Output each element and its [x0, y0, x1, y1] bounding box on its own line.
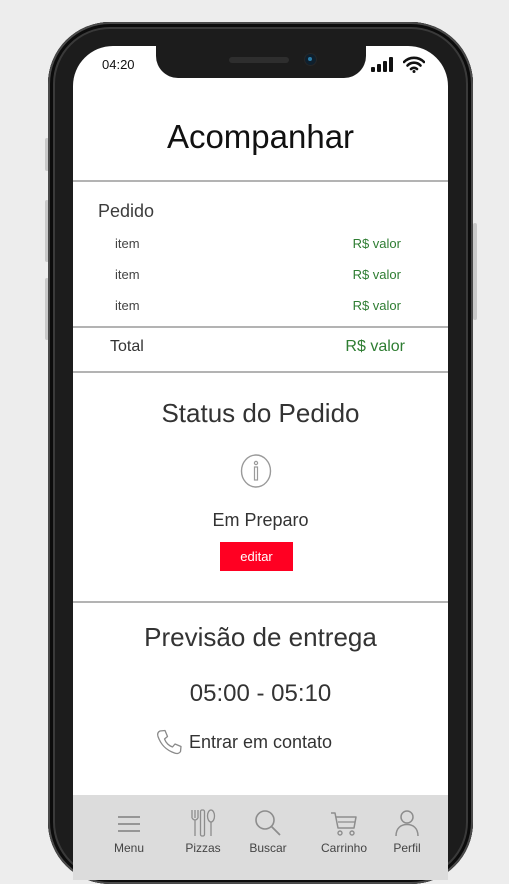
- power-button: [473, 223, 477, 320]
- contact-link[interactable]: Entrar em contato: [155, 728, 332, 756]
- order-section-label: Pedido: [98, 201, 155, 221]
- divider: [73, 180, 448, 182]
- tab-label: Pizzas: [185, 841, 221, 855]
- total-price: R$ valor: [345, 338, 405, 355]
- delivery-heading: Previsão de entrega: [144, 622, 377, 652]
- tab-label: Perfil: [393, 841, 421, 855]
- divider: [73, 371, 448, 373]
- page-title: Acompanhar: [166, 118, 355, 155]
- tab-label: Buscar: [249, 841, 287, 855]
- order-item-price: R$ valor: [352, 267, 401, 282]
- info-icon: [240, 454, 272, 488]
- tab-perfil[interactable]: Perfil: [372, 808, 442, 858]
- order-item-name: item: [115, 298, 140, 313]
- search-icon: [255, 810, 281, 836]
- speaker-grille: [229, 57, 289, 63]
- tab-label: Carrinho: [320, 841, 368, 855]
- total-label: Total: [110, 338, 144, 355]
- menu-icon: [118, 816, 140, 832]
- delivery-time-range: 05:00 - 05:10: [189, 680, 332, 707]
- tab-buscar[interactable]: Buscar: [233, 808, 303, 858]
- divider: [73, 601, 448, 603]
- contact-label: Entrar em contato: [189, 731, 333, 752]
- tab-pizzas[interactable]: Pizzas: [168, 808, 238, 858]
- tab-menu[interactable]: Menu: [94, 808, 164, 858]
- order-status-value: Em Preparo: [212, 510, 309, 530]
- order-item-name: item: [115, 267, 140, 282]
- order-item-price: R$ valor: [352, 236, 401, 251]
- order-item-name: item: [115, 236, 140, 251]
- user-icon: [395, 810, 419, 837]
- status-time: 04:20: [102, 57, 135, 72]
- phone-icon: [157, 729, 182, 755]
- wifi-icon: [403, 56, 425, 73]
- tab-label: Menu: [113, 841, 145, 855]
- order-item-price: R$ valor: [352, 298, 401, 313]
- cart-icon: [331, 812, 357, 836]
- tab-carrinho[interactable]: Carrinho: [309, 808, 379, 858]
- status-heading: Status do Pedido: [161, 398, 360, 428]
- utensils-icon: [191, 809, 216, 837]
- signal-icon: [371, 57, 393, 72]
- divider: [73, 326, 448, 328]
- front-camera: [305, 54, 316, 65]
- edit-order-button[interactable]: editar: [220, 542, 293, 571]
